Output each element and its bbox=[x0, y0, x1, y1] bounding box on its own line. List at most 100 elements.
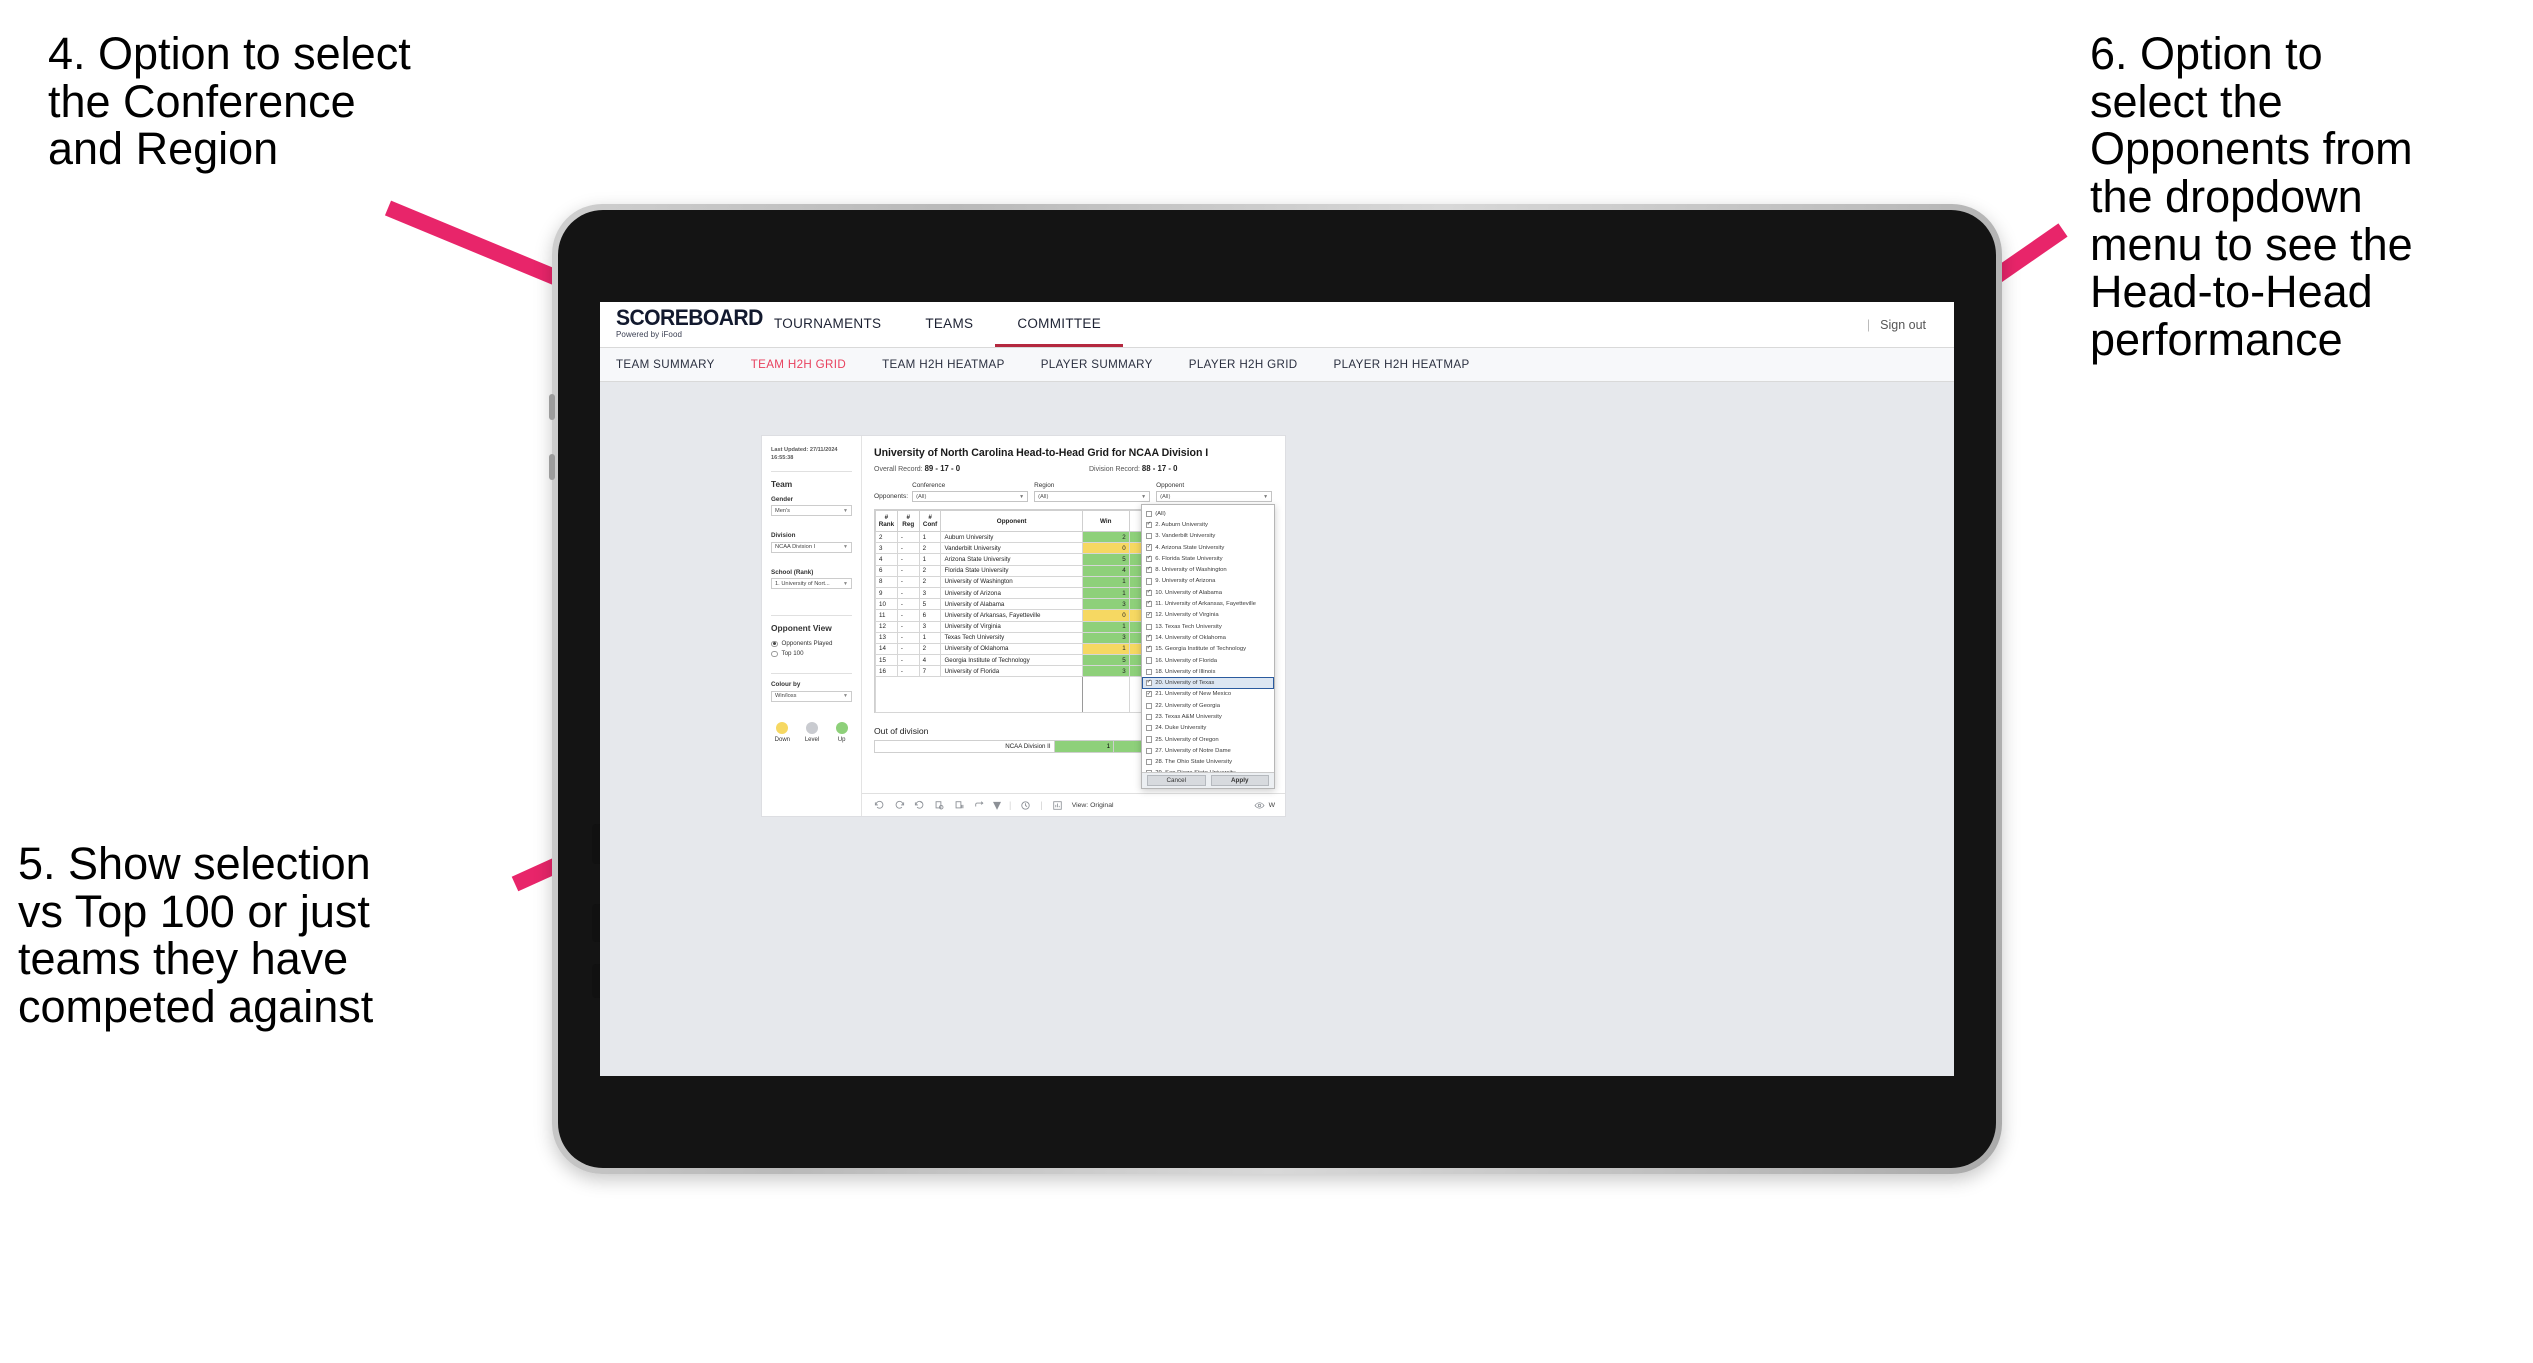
school-select[interactable]: 1. University of Nort... ▼ bbox=[771, 578, 852, 590]
page-title: University of North Carolina Head-to-Hea… bbox=[874, 447, 1209, 459]
opponent-option[interactable]: 13. Texas Tech University bbox=[1142, 621, 1274, 632]
checkbox-unchecked-icon[interactable] bbox=[1146, 725, 1153, 732]
checkbox-unchecked-icon[interactable] bbox=[1146, 510, 1153, 517]
opponent-option[interactable]: ✓ 12. University of Virginia bbox=[1142, 610, 1274, 621]
opponent-option[interactable]: ✓ 11. University of Arkansas, Fayettevill… bbox=[1142, 598, 1274, 609]
topnav-tournaments[interactable]: TOURNAMENTS bbox=[752, 302, 903, 347]
opponent-select[interactable]: (All) ▼ bbox=[1156, 491, 1273, 502]
cell-win: 3 bbox=[1081, 631, 1130, 644]
cell-reg: - bbox=[896, 598, 920, 611]
legend-down: Down bbox=[772, 721, 793, 743]
opponent-option[interactable]: ✓ 15. Georgia Institute of Technology bbox=[1142, 644, 1274, 655]
opponent-option[interactable]: 18. University of Illinois bbox=[1142, 666, 1274, 677]
opponent-option-label: 28. The Ohio State University bbox=[1155, 759, 1233, 766]
checkbox-checked-icon[interactable]: ✓ bbox=[1146, 544, 1153, 551]
region-select[interactable]: (All) ▼ bbox=[1034, 491, 1151, 502]
opponent-option[interactable]: 27. University of Notre Dame bbox=[1142, 745, 1274, 756]
checkbox-checked-icon[interactable]: ✓ bbox=[1146, 612, 1153, 619]
opponent-view-heading: Opponent View bbox=[771, 623, 832, 634]
subnav-team-summary[interactable]: TEAM SUMMARY bbox=[616, 358, 735, 371]
cell-opponent: University of Washington bbox=[940, 575, 1083, 588]
checkbox-unchecked-icon[interactable] bbox=[1146, 533, 1153, 540]
chevron-down-icon[interactable]: ▾ bbox=[993, 797, 1001, 814]
refresh-data-icon[interactable] bbox=[934, 800, 945, 811]
pause-clock-icon[interactable] bbox=[1020, 800, 1031, 811]
divider-3 bbox=[771, 673, 852, 675]
checkbox-checked-icon[interactable]: ✓ bbox=[1146, 646, 1153, 653]
opponent-option-label: 6. Florida State University bbox=[1155, 555, 1223, 562]
checkbox-checked-icon[interactable]: ✓ bbox=[1146, 521, 1153, 529]
subnav-player-h2h-grid[interactable]: PLAYER H2H GRID bbox=[1189, 358, 1318, 371]
legend-up: Up bbox=[831, 721, 852, 743]
opponent-option[interactable]: 24. Duke University bbox=[1142, 723, 1274, 734]
opponent-option[interactable]: 3. Vanderbilt University bbox=[1142, 531, 1274, 542]
division-select[interactable]: NCAA Division I ▼ bbox=[771, 541, 852, 553]
opponent-option[interactable]: ✓ 6. Florida State University bbox=[1142, 553, 1274, 564]
radio-opponents-played[interactable]: Opponents Played bbox=[771, 640, 852, 647]
checkbox-unchecked-icon[interactable] bbox=[1146, 623, 1153, 630]
checkbox-checked-icon[interactable]: ✓ bbox=[1146, 567, 1153, 574]
cancel-button[interactable]: Cancel bbox=[1147, 775, 1206, 786]
subnav-team-h2h-grid[interactable]: TEAM H2H GRID bbox=[751, 358, 866, 371]
checkbox-unchecked-icon[interactable] bbox=[1146, 759, 1153, 766]
checkbox-unchecked-icon[interactable] bbox=[1146, 657, 1153, 664]
chevron-down-icon: ▼ bbox=[1263, 493, 1269, 500]
checkbox-unchecked-icon[interactable] bbox=[1146, 747, 1153, 754]
view-original-icon[interactable] bbox=[1052, 800, 1063, 811]
checkbox-unchecked-icon[interactable] bbox=[1146, 668, 1153, 675]
opponent-option-label: 23. Texas A&M University bbox=[1155, 713, 1222, 720]
share-icon[interactable] bbox=[974, 800, 985, 811]
opponent-option[interactable]: ✓ 14. University of Oklahoma bbox=[1142, 632, 1274, 643]
checkbox-checked-icon[interactable]: ✓ bbox=[1146, 691, 1153, 698]
opponent-option[interactable]: ✓ 10. University of Alabama bbox=[1142, 587, 1274, 598]
checkbox-unchecked-icon[interactable] bbox=[1146, 736, 1153, 743]
opponent-option[interactable]: 25. University of Oregon bbox=[1142, 734, 1274, 745]
radio-top-100[interactable]: Top 100 bbox=[771, 650, 852, 657]
header-right-group: | Sign out bbox=[1867, 302, 1954, 347]
cell-win: 0 bbox=[1081, 542, 1130, 555]
checkbox-checked-icon[interactable]: ✓ bbox=[1146, 680, 1153, 687]
checkbox-unchecked-icon[interactable] bbox=[1146, 702, 1153, 709]
redo-icon[interactable] bbox=[894, 800, 905, 811]
radio-icon-unselected bbox=[771, 650, 778, 658]
topnav-committee[interactable]: COMMITTEE bbox=[995, 302, 1124, 347]
pause-updates-icon[interactable] bbox=[954, 800, 965, 811]
checkbox-unchecked-icon[interactable] bbox=[1146, 578, 1153, 585]
checkbox-checked-icon[interactable]: ✓ bbox=[1146, 634, 1153, 641]
legend-label-level: Level bbox=[804, 736, 820, 743]
opponent-option[interactable]: ✓ 21. University of New Mexico bbox=[1142, 689, 1274, 700]
opponent-option[interactable]: ✓ 2. Auburn University bbox=[1142, 519, 1274, 530]
opponent-option[interactable]: (All) bbox=[1142, 508, 1274, 519]
colour-by-select[interactable]: Win/loss ▼ bbox=[771, 690, 852, 702]
opponent-option[interactable]: ✓ 20. University of Texas bbox=[1142, 677, 1274, 689]
opponent-option[interactable]: 9. University of Arizona bbox=[1142, 576, 1274, 587]
cell-reg: - bbox=[896, 575, 920, 588]
opponent-option[interactable]: 22. University of Georgia bbox=[1142, 700, 1274, 711]
undo-icon[interactable] bbox=[874, 800, 885, 811]
checkbox-unchecked-icon[interactable] bbox=[1146, 713, 1153, 721]
app-header: SCOREBOARD Powered by iFood TOURNAMENTS … bbox=[600, 302, 1954, 348]
opponent-dropdown-panel[interactable]: (All) ✓ 2. Auburn University 3. Vanderbilt … bbox=[1141, 504, 1275, 789]
opponent-option[interactable]: 28. The Ohio State University bbox=[1142, 757, 1274, 768]
conference-select[interactable]: (All) ▼ bbox=[912, 491, 1029, 502]
col-win: Win bbox=[1081, 510, 1130, 532]
subnav-player-h2h-heatmap[interactable]: PLAYER H2H HEATMAP bbox=[1334, 358, 1490, 371]
checkbox-checked-icon[interactable]: ✓ bbox=[1146, 555, 1153, 562]
watch-eye-icon[interactable] bbox=[1254, 800, 1265, 811]
cell-reg: - bbox=[896, 553, 920, 566]
opponent-checkbox-list[interactable]: (All) ✓ 2. Auburn University 3. Vanderbilt … bbox=[1142, 505, 1274, 772]
topnav-teams[interactable]: TEAMS bbox=[903, 302, 995, 347]
subnav-team-h2h-heatmap[interactable]: TEAM H2H HEATMAP bbox=[882, 358, 1025, 371]
opponent-option[interactable]: 23. Texas A&M University bbox=[1142, 711, 1274, 722]
apply-button[interactable]: Apply bbox=[1210, 775, 1269, 786]
brand-logo[interactable]: SCOREBOARD Powered by iFood bbox=[600, 302, 763, 347]
checkbox-checked-icon[interactable]: ✓ bbox=[1146, 589, 1153, 596]
opponent-option[interactable]: 16. University of Florida bbox=[1142, 655, 1274, 666]
gender-select[interactable]: Men's ▼ bbox=[771, 505, 852, 517]
opponent-option[interactable]: ✓ 8. University of Washington bbox=[1142, 564, 1274, 575]
revert-icon[interactable] bbox=[914, 800, 925, 811]
sign-out-link[interactable]: Sign out bbox=[1880, 318, 1926, 332]
subnav-player-summary[interactable]: PLAYER SUMMARY bbox=[1041, 358, 1173, 371]
opponent-option[interactable]: ✓ 4. Arizona State University bbox=[1142, 542, 1274, 553]
checkbox-checked-icon[interactable]: ✓ bbox=[1146, 600, 1153, 608]
